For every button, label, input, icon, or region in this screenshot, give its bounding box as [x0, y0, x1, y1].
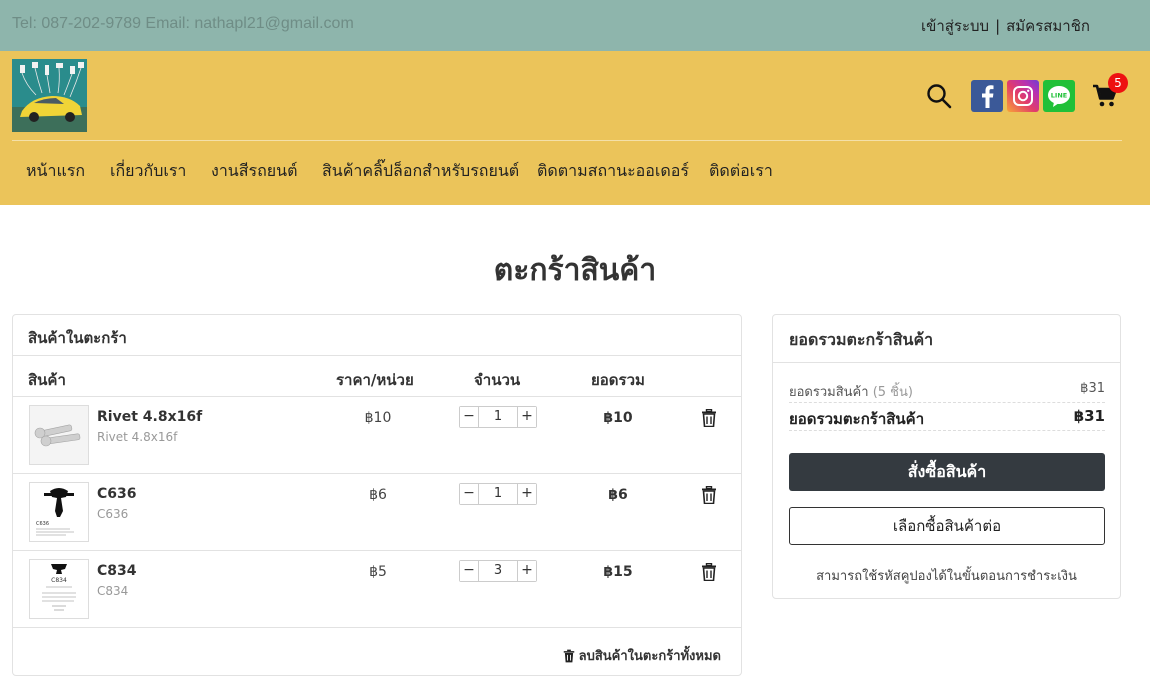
- nav-order-tracking[interactable]: ติดตามสถานะออเดอร์: [537, 159, 689, 184]
- register-link[interactable]: สมัครสมาชิก: [1006, 14, 1090, 38]
- facebook-icon[interactable]: [971, 80, 1003, 112]
- site-header: LINE 5 หน้าแรก เกี่ยวกับเรา งานสีรถยนต์ …: [0, 51, 1150, 205]
- trash-icon: [563, 649, 574, 662]
- line-total: ฿15: [603, 564, 633, 580]
- qty-decrease-button[interactable]: −: [460, 407, 479, 427]
- login-link[interactable]: เข้าสู่ระบบ: [921, 14, 989, 38]
- coupon-note: สามารถใช้รหัสคูปองได้ในขั้นตอนการชำระเงิ…: [816, 569, 1077, 584]
- qty-value[interactable]: 1: [479, 407, 517, 427]
- subtotal-count: (5 ชิ้น): [872, 385, 913, 400]
- instagram-icon[interactable]: [1007, 80, 1039, 112]
- qty-value[interactable]: 1: [479, 484, 517, 504]
- unit-price: ฿10: [364, 410, 392, 426]
- line-total: ฿10: [603, 410, 633, 426]
- qty-decrease-button[interactable]: −: [460, 561, 479, 581]
- header-divider: [12, 140, 1122, 141]
- product-name[interactable]: Rivet 4.8x16f: [97, 409, 202, 425]
- cart-summary-card: ยอดรวมตะกร้าสินค้า ยอดรวมสินค้า (5 ชิ้น)…: [772, 314, 1121, 599]
- cart-row: C834 C834 C834 ฿5 − 3 + ฿15: [13, 551, 741, 628]
- nav-about[interactable]: เกี่ยวกับเรา: [110, 159, 186, 184]
- quantity-stepper: − 3 +: [459, 560, 537, 582]
- quantity-stepper: − 1 +: [459, 406, 537, 428]
- line-total: ฿6: [608, 487, 628, 503]
- trash-icon[interactable]: [701, 485, 717, 505]
- checkout-button[interactable]: สั่งซื้อสินค้า: [789, 453, 1105, 491]
- thumbnail-label: C636: [36, 521, 49, 527]
- cart-row: Rivet 4.8x16f Rivet 4.8x16f ฿10 − 1 + ฿1…: [13, 397, 741, 474]
- col-quantity: จำนวน: [474, 371, 521, 389]
- subtotal-line: ยอดรวมสินค้า (5 ชิ้น) ฿31: [789, 381, 1105, 403]
- nav-car-paint[interactable]: งานสีรถยนต์: [211, 159, 297, 184]
- product-thumbnail[interactable]: C834: [29, 559, 89, 619]
- grand-total-label: ยอดรวมตะกร้าสินค้า: [789, 410, 925, 428]
- cart-row: C636 C636 C636 ฿6 − 1 + ฿6: [13, 474, 741, 551]
- product-name[interactable]: C834: [97, 563, 137, 579]
- auth-separator: |: [995, 17, 1001, 35]
- clear-cart-label: ลบสินค้าในตะกร้าทั้งหมด: [578, 649, 721, 664]
- product-sku: Rivet 4.8x16f: [97, 430, 178, 444]
- qty-increase-button[interactable]: +: [517, 407, 536, 427]
- grand-total-line: ยอดรวมตะกร้าสินค้า ฿31: [789, 407, 1105, 431]
- subtotal-value: ฿31: [1080, 381, 1105, 396]
- product-sku: C636: [97, 507, 129, 521]
- trash-icon[interactable]: [701, 408, 717, 428]
- cart-count-badge: 5: [1108, 73, 1128, 93]
- top-bar: Tel: 087-202-9789 Email: nathapl21@gmail…: [0, 0, 1150, 51]
- product-name[interactable]: C636: [97, 486, 137, 502]
- nav-home[interactable]: หน้าแรก: [26, 159, 85, 184]
- grand-total-value: ฿31: [1073, 407, 1105, 425]
- cart-table-header: สินค้า ราคา/หน่วย จำนวน ยอดรวม: [13, 356, 741, 397]
- continue-shopping-button[interactable]: เลือกซื้อสินค้าต่อ: [789, 507, 1105, 545]
- col-product: สินค้า: [28, 371, 66, 389]
- site-logo[interactable]: [12, 59, 87, 132]
- quantity-stepper: − 1 +: [459, 483, 537, 505]
- auth-links: เข้าสู่ระบบ | สมัครสมาชิก: [921, 14, 1090, 38]
- qty-increase-button[interactable]: +: [517, 561, 536, 581]
- unit-price: ฿6: [369, 487, 387, 503]
- trash-icon[interactable]: [701, 562, 717, 582]
- search-icon[interactable]: [926, 83, 952, 109]
- product-sku: C834: [97, 584, 129, 598]
- nav-clip-products[interactable]: สินค้าคลิ๊ปล็อกสำหรับรถยนต์: [322, 159, 519, 184]
- svg-text:LINE: LINE: [1051, 92, 1067, 100]
- product-thumbnail[interactable]: [29, 405, 89, 465]
- summary-heading: ยอดรวมตะกร้าสินค้า: [773, 315, 1120, 363]
- qty-decrease-button[interactable]: −: [460, 484, 479, 504]
- subtotal-label: ยอดรวมสินค้า: [789, 385, 869, 400]
- qty-increase-button[interactable]: +: [517, 484, 536, 504]
- qty-value[interactable]: 3: [479, 561, 517, 581]
- nav-contact[interactable]: ติดต่อเรา: [709, 159, 773, 184]
- unit-price: ฿5: [369, 564, 387, 580]
- cart-card: สินค้าในตะกร้า สินค้า ราคา/หน่วย จำนวน ย…: [12, 314, 742, 676]
- col-unit-price: ราคา/หน่วย: [336, 371, 414, 389]
- contact-info: Tel: 087-202-9789 Email: nathapl21@gmail…: [12, 15, 354, 32]
- col-total: ยอดรวม: [591, 371, 645, 389]
- product-thumbnail[interactable]: C636: [29, 482, 89, 542]
- page-title: ตะกร้าสินค้า: [493, 253, 657, 288]
- cart-heading: สินค้าในตะกร้า: [13, 315, 741, 356]
- clear-cart-button[interactable]: ลบสินค้าในตะกร้าทั้งหมด: [563, 645, 721, 666]
- line-icon[interactable]: LINE: [1043, 80, 1075, 112]
- thumbnail-label: C834: [51, 577, 67, 584]
